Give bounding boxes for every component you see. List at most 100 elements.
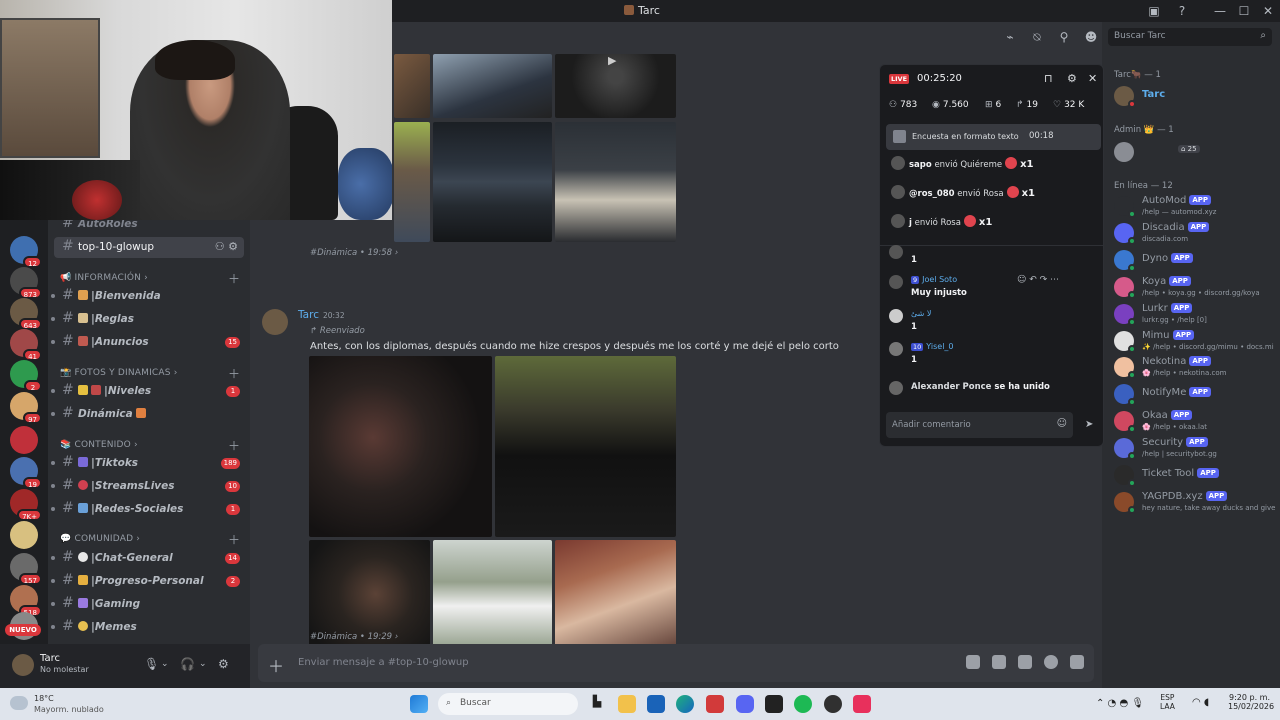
- author-name[interactable]: Tarc: [298, 309, 319, 321]
- channel-anuncios[interactable]: # |Anuncios 15: [51, 332, 244, 353]
- gift-icon[interactable]: [966, 655, 980, 669]
- search-input[interactable]: Buscar Tarc: [1114, 31, 1166, 41]
- threads-icon[interactable]: ⌁: [1003, 30, 1017, 44]
- channel-autoroles[interactable]: # AutoRoles: [54, 220, 244, 235]
- chevron-down-icon[interactable]: ⌄: [199, 659, 207, 669]
- channel-memes[interactable]: # |Memes: [51, 617, 244, 638]
- add-channel-icon[interactable]: ＋: [228, 365, 240, 382]
- category-comunidad[interactable]: 💬 COMUNIDAD ›: [60, 534, 140, 544]
- server-icon[interactable]: 518: [10, 585, 42, 617]
- outlook-icon[interactable]: [647, 695, 665, 713]
- server-icon[interactable]: 12: [10, 236, 42, 268]
- send-icon[interactable]: ➤: [1085, 419, 1093, 430]
- server-icon[interactable]: 19: [10, 457, 42, 489]
- comment-placeholder[interactable]: Añadir comentario: [892, 420, 971, 430]
- photo[interactable]: [555, 122, 676, 242]
- photo[interactable]: [309, 540, 430, 660]
- clock[interactable]: 9:20 p. m. 15/02/2026: [1228, 693, 1274, 711]
- photo[interactable]: [309, 356, 492, 537]
- mute-icon[interactable]: ⍉: [1030, 30, 1044, 44]
- weather-icon[interactable]: [10, 696, 28, 710]
- category-fotos[interactable]: 📸 FOTOS Y DINAMICAS ›: [60, 368, 178, 378]
- server-icon[interactable]: 41: [10, 329, 42, 361]
- help-icon[interactable]: ?: [1170, 2, 1194, 20]
- members-icon[interactable]: ☻: [1084, 30, 1098, 44]
- channel-progreso-personal[interactable]: # |Progreso-Personal 2: [51, 571, 244, 592]
- avatar[interactable]: [12, 654, 34, 676]
- member-item[interactable]: Discadia APP discadia.com: [1112, 220, 1277, 246]
- inbox-icon[interactable]: ▣: [1142, 2, 1166, 20]
- channel-dinamica[interactable]: # Dinámica: [51, 404, 244, 425]
- member-item[interactable]: ⌂ 25: [1112, 139, 1277, 165]
- chevron-down-icon[interactable]: ⌄: [161, 659, 169, 669]
- channel-niveles[interactable]: # |Niveles 1: [51, 381, 244, 402]
- taskbar-search-placeholder[interactable]: Buscar: [460, 698, 491, 708]
- obs-icon[interactable]: [824, 695, 842, 713]
- comment-input[interactable]: Añadir comentario ☺: [886, 412, 1073, 438]
- lock-icon[interactable]: ⊓: [1044, 72, 1053, 85]
- member-item[interactable]: Okaa APP 🌸 /help • okaa.lat: [1112, 408, 1277, 434]
- photo[interactable]: [433, 540, 552, 660]
- add-channel-icon[interactable]: ＋: [228, 531, 240, 548]
- settings-icon[interactable]: ⚙: [218, 657, 229, 671]
- composer-placeholder[interactable]: Enviar mensaje a #top-10-glowup: [298, 657, 469, 668]
- server-icon[interactable]: [10, 426, 38, 454]
- photo[interactable]: [394, 122, 430, 242]
- category-contenido[interactable]: 📚 CONTENIDO ›: [60, 440, 138, 450]
- channel-top-10-glowup[interactable]: # top-10-glowup ⚇ ⚙: [54, 237, 244, 258]
- member-item[interactable]: Ticket Tool APP: [1112, 462, 1277, 488]
- close-icon[interactable]: ✕: [1088, 72, 1097, 85]
- maximize-button[interactable]: ☐: [1232, 2, 1256, 20]
- comment-actions[interactable]: ☺ ↶ ↷ ⋯: [1017, 275, 1059, 285]
- channel-streamslives[interactable]: # |StreamsLives 10: [51, 476, 244, 497]
- photo[interactable]: [433, 122, 552, 242]
- file-explorer-icon[interactable]: [618, 695, 636, 713]
- play-icon[interactable]: ▶: [608, 54, 624, 66]
- photo[interactable]: [495, 356, 676, 537]
- emoji-icon[interactable]: ☺: [1057, 418, 1067, 429]
- channel-redes-sociales[interactable]: # |Redes-Sociales 1: [51, 499, 244, 520]
- apps-icon[interactable]: [1070, 655, 1084, 669]
- microphone-icon[interactable]: 🎙: [144, 657, 159, 671]
- channel-bienvenida[interactable]: # |Bienvenida: [51, 286, 244, 307]
- windows-start-icon[interactable]: [410, 695, 428, 713]
- server-icon[interactable]: 97: [10, 392, 42, 424]
- add-channel-icon[interactable]: ＋: [228, 270, 240, 287]
- avatar[interactable]: [262, 309, 288, 335]
- photo[interactable]: [555, 540, 676, 660]
- member-item[interactable]: Dyno APP: [1112, 247, 1277, 273]
- member-item[interactable]: Lurkr APP lurkr.gg • /help [0]: [1112, 301, 1277, 327]
- member-item[interactable]: Security APP/help | securitybot.gg: [1112, 435, 1277, 461]
- edge-icon[interactable]: [676, 695, 694, 713]
- settings-icon[interactable]: ⚇ ⚙: [215, 240, 238, 253]
- user-name[interactable]: Tarc: [40, 653, 60, 664]
- photo[interactable]: [433, 54, 552, 118]
- close-button[interactable]: ✕: [1256, 2, 1280, 20]
- epic-games-icon[interactable]: [765, 695, 783, 713]
- app-icon[interactable]: ▙: [588, 695, 606, 713]
- new-badge[interactable]: NUEVO: [5, 624, 41, 636]
- language-indicator[interactable]: ESP LAA: [1160, 693, 1175, 711]
- channel-gaming[interactable]: # |Gaming: [51, 594, 244, 615]
- message-composer[interactable]: ＋ Enviar mensaje a #top-10-glowup: [258, 644, 1094, 682]
- discord-icon[interactable]: [736, 695, 754, 713]
- add-channel-icon[interactable]: ＋: [228, 437, 240, 454]
- search-icon[interactable]: ⌕: [1260, 30, 1266, 41]
- channel-chat-general[interactable]: # |Chat-General 14: [51, 548, 244, 569]
- minimize-button[interactable]: —: [1208, 2, 1232, 20]
- tiktok-icon[interactable]: [853, 695, 871, 713]
- network-icon[interactable]: ◠ ◖: [1192, 697, 1209, 708]
- member-item[interactable]: NotifyMe APP: [1112, 381, 1277, 407]
- spotify-icon[interactable]: [794, 695, 812, 713]
- app-icon[interactable]: [706, 695, 724, 713]
- gif-icon[interactable]: [992, 655, 1006, 669]
- weather-temp[interactable]: 18°C: [34, 694, 54, 703]
- add-attachment-icon[interactable]: ＋: [268, 653, 284, 677]
- message-author[interactable]: Tarc 20:32: [298, 309, 345, 321]
- member-item[interactable]: Tarc: [1112, 83, 1277, 109]
- member-item[interactable]: Nekotina APP 🌸 /help • nekotina.com: [1112, 354, 1277, 380]
- tray-icons[interactable]: ⌃ ◔ ◓ 🎙: [1096, 698, 1144, 709]
- taskbar-search[interactable]: ⌕ Buscar: [438, 693, 578, 715]
- category-informacion[interactable]: 📢 INFORMACIÓN ›: [60, 273, 148, 283]
- server-icon[interactable]: 2: [10, 360, 42, 392]
